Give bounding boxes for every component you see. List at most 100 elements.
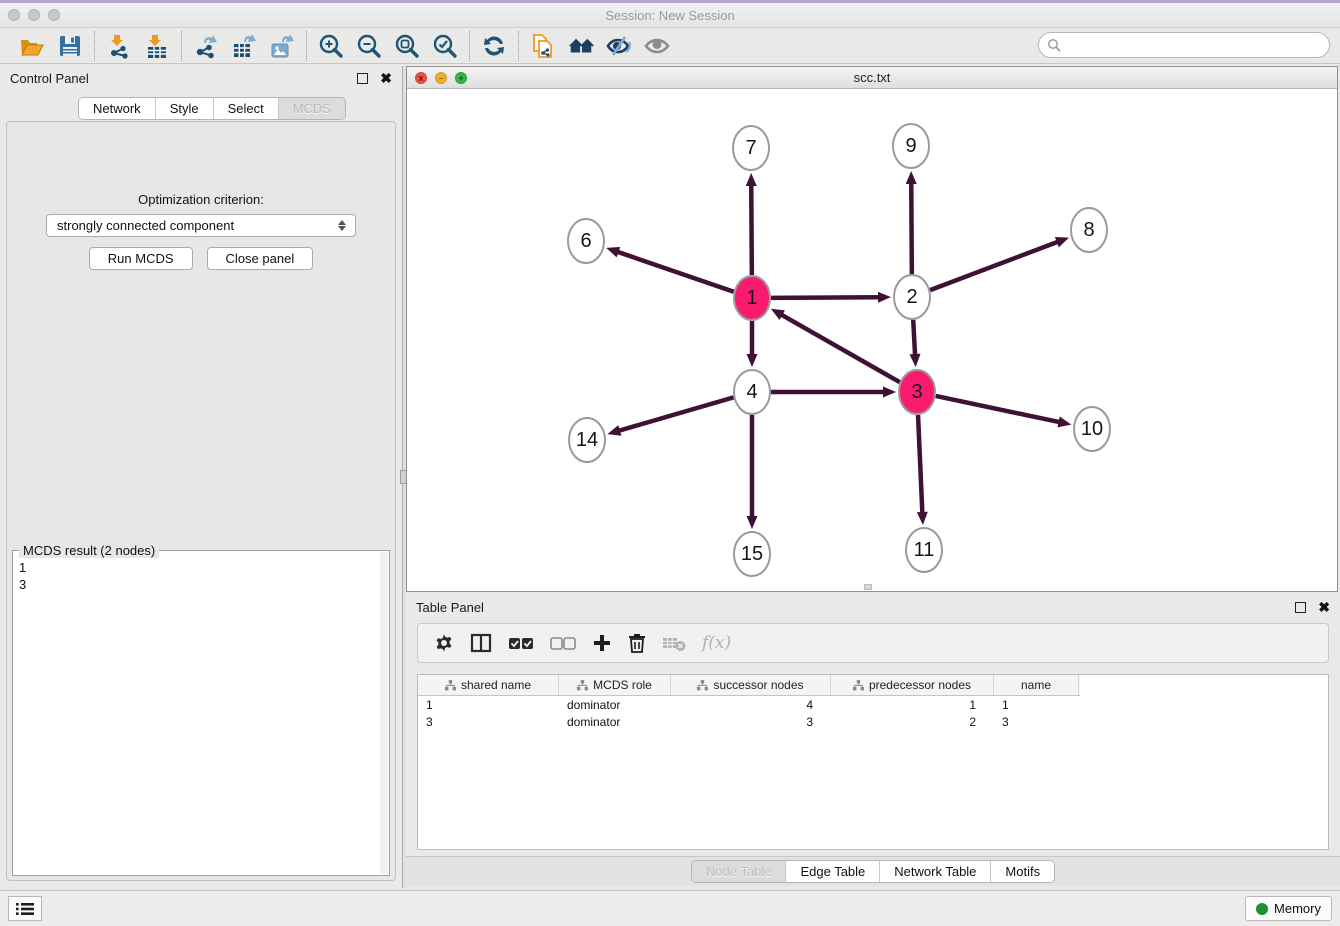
- tab-mcds[interactable]: MCDS: [279, 98, 345, 119]
- import-table-icon[interactable]: [143, 32, 171, 60]
- network-home-icon[interactable]: [567, 32, 595, 60]
- tab-select[interactable]: Select: [214, 98, 279, 119]
- refresh-icon[interactable]: [480, 32, 508, 60]
- mcds-result-text[interactable]: 1 3: [15, 559, 379, 873]
- node-table[interactable]: shared name MCDS role successor nodes prede…: [417, 674, 1329, 850]
- graph-edge-arrowhead: [917, 512, 928, 525]
- graph-edge-2-3[interactable]: [913, 320, 915, 356]
- export-table-icon[interactable]: [230, 32, 258, 60]
- cell-mcds-role[interactable]: dominator: [559, 698, 671, 712]
- mcds-result-box: MCDS result (2 nodes) 1 3: [12, 550, 390, 876]
- select-all-checkboxes-icon[interactable]: [508, 635, 534, 651]
- cell-name[interactable]: 1: [994, 698, 1079, 712]
- duplicate-network-icon[interactable]: [529, 32, 557, 60]
- tab-node-table[interactable]: Node Table: [692, 861, 787, 882]
- column-header-shared-name[interactable]: shared name: [418, 675, 559, 695]
- memory-button[interactable]: Memory: [1245, 896, 1332, 921]
- task-history-button[interactable]: [8, 896, 42, 921]
- tab-network[interactable]: Network: [79, 98, 156, 119]
- cell-shared-name[interactable]: 3: [418, 715, 559, 729]
- network-view-window: x – + scc.txt 7968124314101511: [406, 66, 1338, 592]
- zoom-out-icon[interactable]: [355, 32, 383, 60]
- column-label: MCDS role: [593, 678, 652, 692]
- table-panel-float-icon[interactable]: [1295, 602, 1306, 613]
- table-panel-close-icon[interactable]: ✖: [1318, 602, 1330, 613]
- delete-table-icon[interactable]: [662, 634, 686, 652]
- network-canvas[interactable]: 7968124314101511: [407, 89, 1337, 591]
- deselect-all-checkboxes-icon[interactable]: [550, 635, 576, 651]
- table-row[interactable]: 3dominator323: [418, 713, 1328, 730]
- save-session-icon[interactable]: [56, 32, 84, 60]
- show-graphics-details-icon[interactable]: [643, 32, 671, 60]
- cell-name[interactable]: 3: [994, 715, 1079, 729]
- mcds-result-scrollbar[interactable]: [380, 552, 388, 874]
- tab-motifs[interactable]: Motifs: [991, 861, 1054, 882]
- zoom-fit-icon[interactable]: [393, 32, 421, 60]
- column-header-successor-nodes[interactable]: successor nodes: [671, 675, 831, 695]
- graph-edge-3-10[interactable]: [936, 396, 1061, 422]
- zoom-selected-icon[interactable]: [431, 32, 459, 60]
- cell-mcds-role[interactable]: dominator: [559, 715, 671, 729]
- control-panel-float-icon[interactable]: [357, 73, 368, 84]
- tab-edge-table[interactable]: Edge Table: [786, 861, 880, 882]
- search-input[interactable]: [1061, 35, 1329, 55]
- export-image-icon[interactable]: [268, 32, 296, 60]
- add-column-icon[interactable]: [592, 633, 612, 653]
- graph-node-label: 6: [580, 230, 591, 252]
- cell-predecessor-nodes[interactable]: 2: [831, 715, 994, 729]
- mcds-result-title: MCDS result (2 nodes): [19, 543, 159, 558]
- network-graph: 7968124314101511: [407, 89, 1337, 591]
- run-mcds-button[interactable]: Run MCDS: [89, 247, 193, 270]
- graph-edge-4-14[interactable]: [618, 397, 734, 431]
- open-session-icon[interactable]: [18, 32, 46, 60]
- graph-edge-arrowhead: [607, 425, 621, 436]
- table-panel: Table Panel ✖ f(x) shared nameMCDS roles…: [406, 595, 1340, 890]
- cell-successor-nodes[interactable]: 3: [671, 715, 831, 729]
- window-title: Session: New Session: [0, 8, 1340, 23]
- table-tabs: Node TableEdge TableNetwork TableMotifs: [691, 860, 1055, 883]
- close-panel-button[interactable]: Close panel: [207, 247, 314, 270]
- cell-shared-name[interactable]: 1: [418, 698, 559, 712]
- node-table-header: shared name MCDS role successor nodes prede…: [418, 675, 1080, 696]
- tab-network-table[interactable]: Network Table: [880, 861, 991, 882]
- search-field[interactable]: [1038, 32, 1330, 58]
- network-resize-grip[interactable]: [864, 584, 872, 590]
- graph-node-label: 15: [741, 543, 763, 565]
- graph-edge-1-7[interactable]: [751, 184, 752, 275]
- control-panel-close-icon[interactable]: ✖: [380, 73, 392, 84]
- zoom-in-icon[interactable]: [317, 32, 345, 60]
- column-header-name[interactable]: name: [994, 675, 1079, 695]
- column-header-predecessor-nodes[interactable]: predecessor nodes: [831, 675, 994, 695]
- import-network-icon[interactable]: [105, 32, 133, 60]
- graph-edge-arrowhead: [1055, 237, 1069, 247]
- select-stepper-icon: [333, 220, 351, 231]
- cell-successor-nodes[interactable]: 4: [671, 698, 831, 712]
- delete-column-icon[interactable]: [628, 633, 646, 653]
- settings-gear-icon[interactable]: [434, 633, 454, 653]
- graph-edge-2-8[interactable]: [930, 241, 1059, 290]
- split-panel-icon[interactable]: [470, 633, 492, 653]
- optimization-criterion-select[interactable]: strongly connected component: [46, 214, 356, 237]
- table-toolbar: f(x): [417, 623, 1329, 663]
- tab-style[interactable]: Style: [156, 98, 214, 119]
- hierarchy-icon: [445, 680, 456, 691]
- table-row[interactable]: 1dominator411: [418, 696, 1328, 713]
- graph-edge-3-1[interactable]: [780, 314, 899, 382]
- export-network-icon[interactable]: [192, 32, 220, 60]
- function-builder-icon[interactable]: f(x): [702, 633, 731, 653]
- graph-node-label: 3: [911, 381, 922, 403]
- column-header-mcds-role[interactable]: MCDS role: [559, 675, 671, 695]
- graph-edge-2-9[interactable]: [911, 182, 912, 274]
- optimization-criterion-value: strongly connected component: [47, 218, 333, 233]
- graph-edge-3-11[interactable]: [918, 415, 922, 514]
- main-toolbar: [0, 28, 1340, 64]
- graph-edge-1-2[interactable]: [771, 297, 880, 298]
- graph-edge-arrowhead: [878, 292, 891, 303]
- hide-graphics-details-icon[interactable]: [605, 32, 633, 60]
- graph-edge-1-6[interactable]: [617, 251, 734, 291]
- column-label: successor nodes: [713, 678, 803, 692]
- cell-predecessor-nodes[interactable]: 1: [831, 698, 994, 712]
- network-window-titlebar[interactable]: x – + scc.txt: [407, 67, 1337, 89]
- graph-node-label: 11: [914, 539, 935, 561]
- column-label: name: [1021, 678, 1051, 692]
